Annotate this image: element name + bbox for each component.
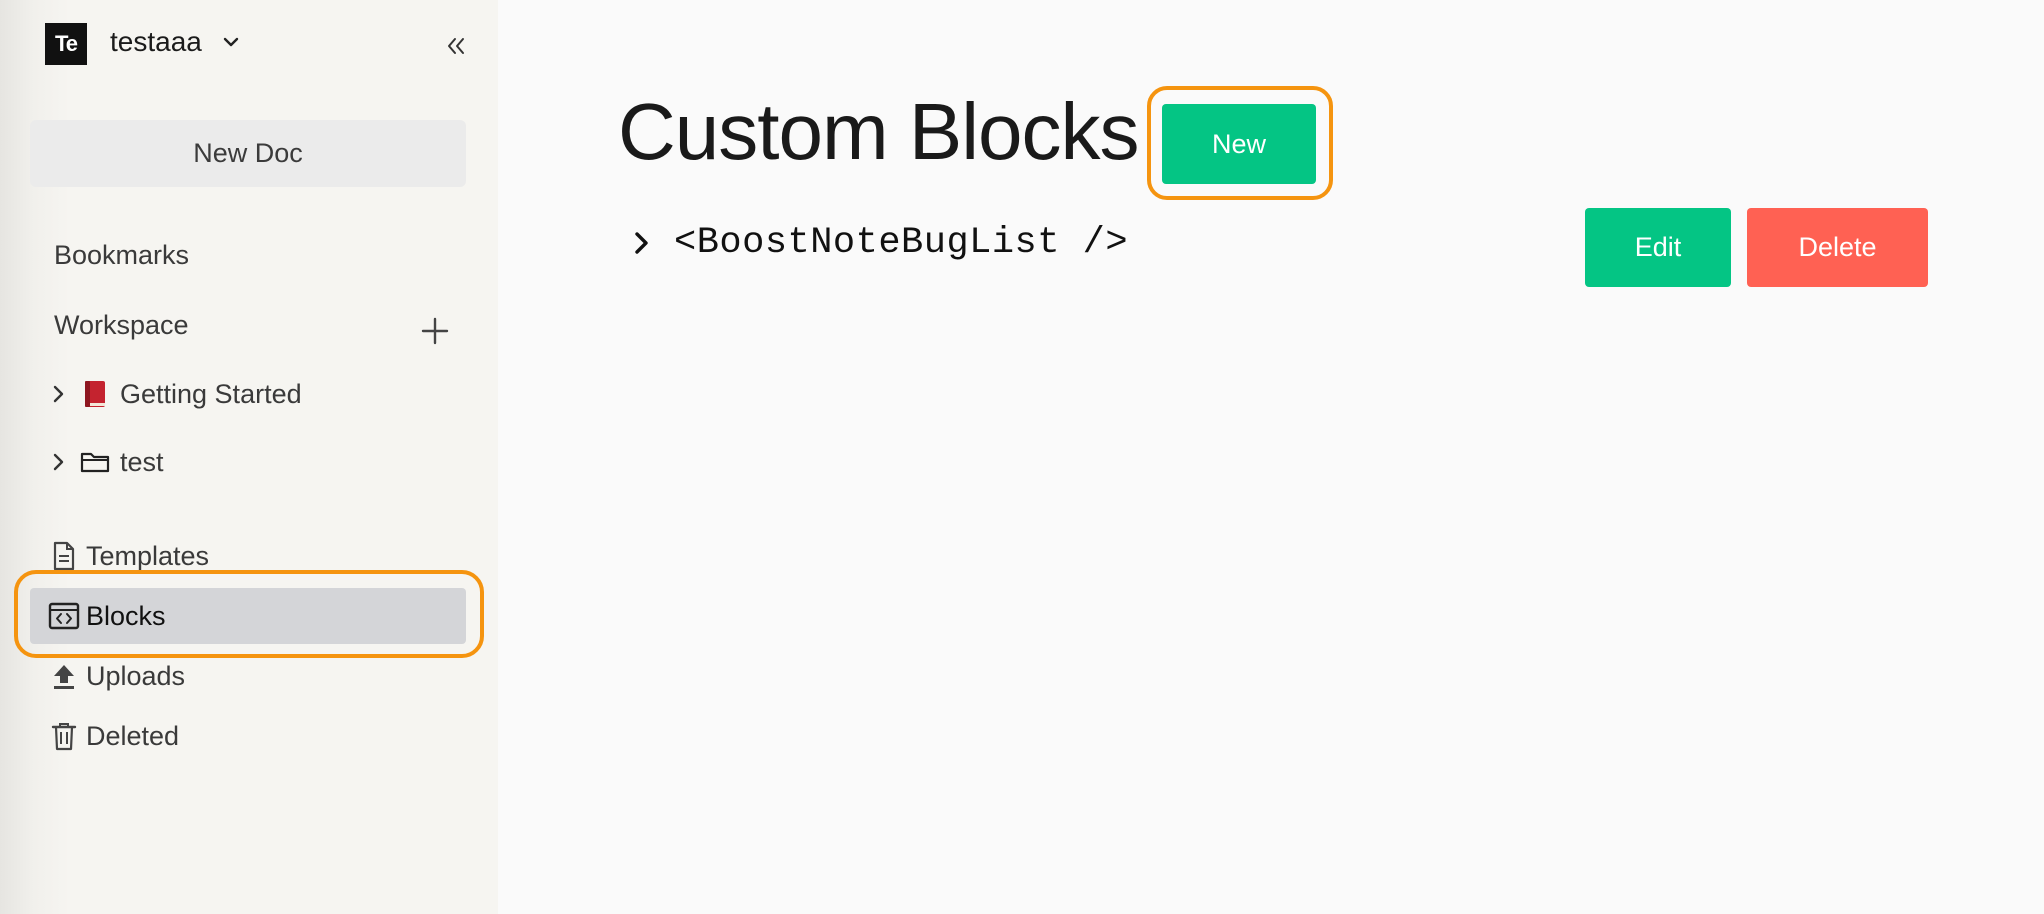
plus-icon[interactable] <box>420 316 450 346</box>
code-block-icon <box>46 598 82 634</box>
sidebar-item-label: Templates <box>86 540 210 571</box>
bookmarks-link[interactable]: Bookmarks <box>54 240 189 271</box>
tree-item-label: test <box>120 446 164 477</box>
tree-item-test[interactable]: test <box>44 440 464 484</box>
tree-item-label: Getting Started <box>120 378 302 409</box>
page-title: Custom Blocks <box>618 87 1139 176</box>
book-icon <box>78 379 112 409</box>
edit-block-button[interactable]: Edit <box>1585 208 1731 287</box>
document-icon <box>46 538 82 574</box>
sidebar: Te testaaa New Doc Bookmarks Workspace G… <box>0 0 498 914</box>
sidebar-item-blocks[interactable]: Blocks <box>30 588 466 644</box>
tree-item-getting-started[interactable]: Getting Started <box>44 372 464 416</box>
sidebar-item-label: Uploads <box>86 660 186 691</box>
trash-icon <box>46 718 82 754</box>
sidebar-item-templates[interactable]: Templates <box>30 528 466 584</box>
block-row[interactable]: <BoostNoteBugList /> <box>628 222 1128 264</box>
chevron-right-icon[interactable] <box>628 223 656 263</box>
chevron-right-icon[interactable] <box>44 380 72 408</box>
workspace-label: Workspace <box>54 310 189 340</box>
collapse-sidebar-icon[interactable] <box>444 34 468 58</box>
team-logo[interactable]: Te <box>45 23 87 65</box>
team-name[interactable]: testaaa <box>110 26 202 58</box>
block-name: <BoostNoteBugList /> <box>674 222 1129 264</box>
sidebar-item-label: Blocks <box>86 600 166 631</box>
new-block-button[interactable]: New <box>1162 104 1316 184</box>
delete-block-button[interactable]: Delete <box>1747 208 1928 287</box>
sidebar-item-uploads[interactable]: Uploads <box>30 648 466 704</box>
chevron-down-icon[interactable] <box>222 36 240 50</box>
folder-icon <box>78 450 112 474</box>
chevron-right-icon[interactable] <box>44 448 72 476</box>
sidebar-item-deleted[interactable]: Deleted <box>30 708 466 764</box>
new-doc-button[interactable]: New Doc <box>30 120 466 187</box>
sidebar-item-label: Deleted <box>86 720 180 751</box>
upload-icon <box>46 658 82 694</box>
